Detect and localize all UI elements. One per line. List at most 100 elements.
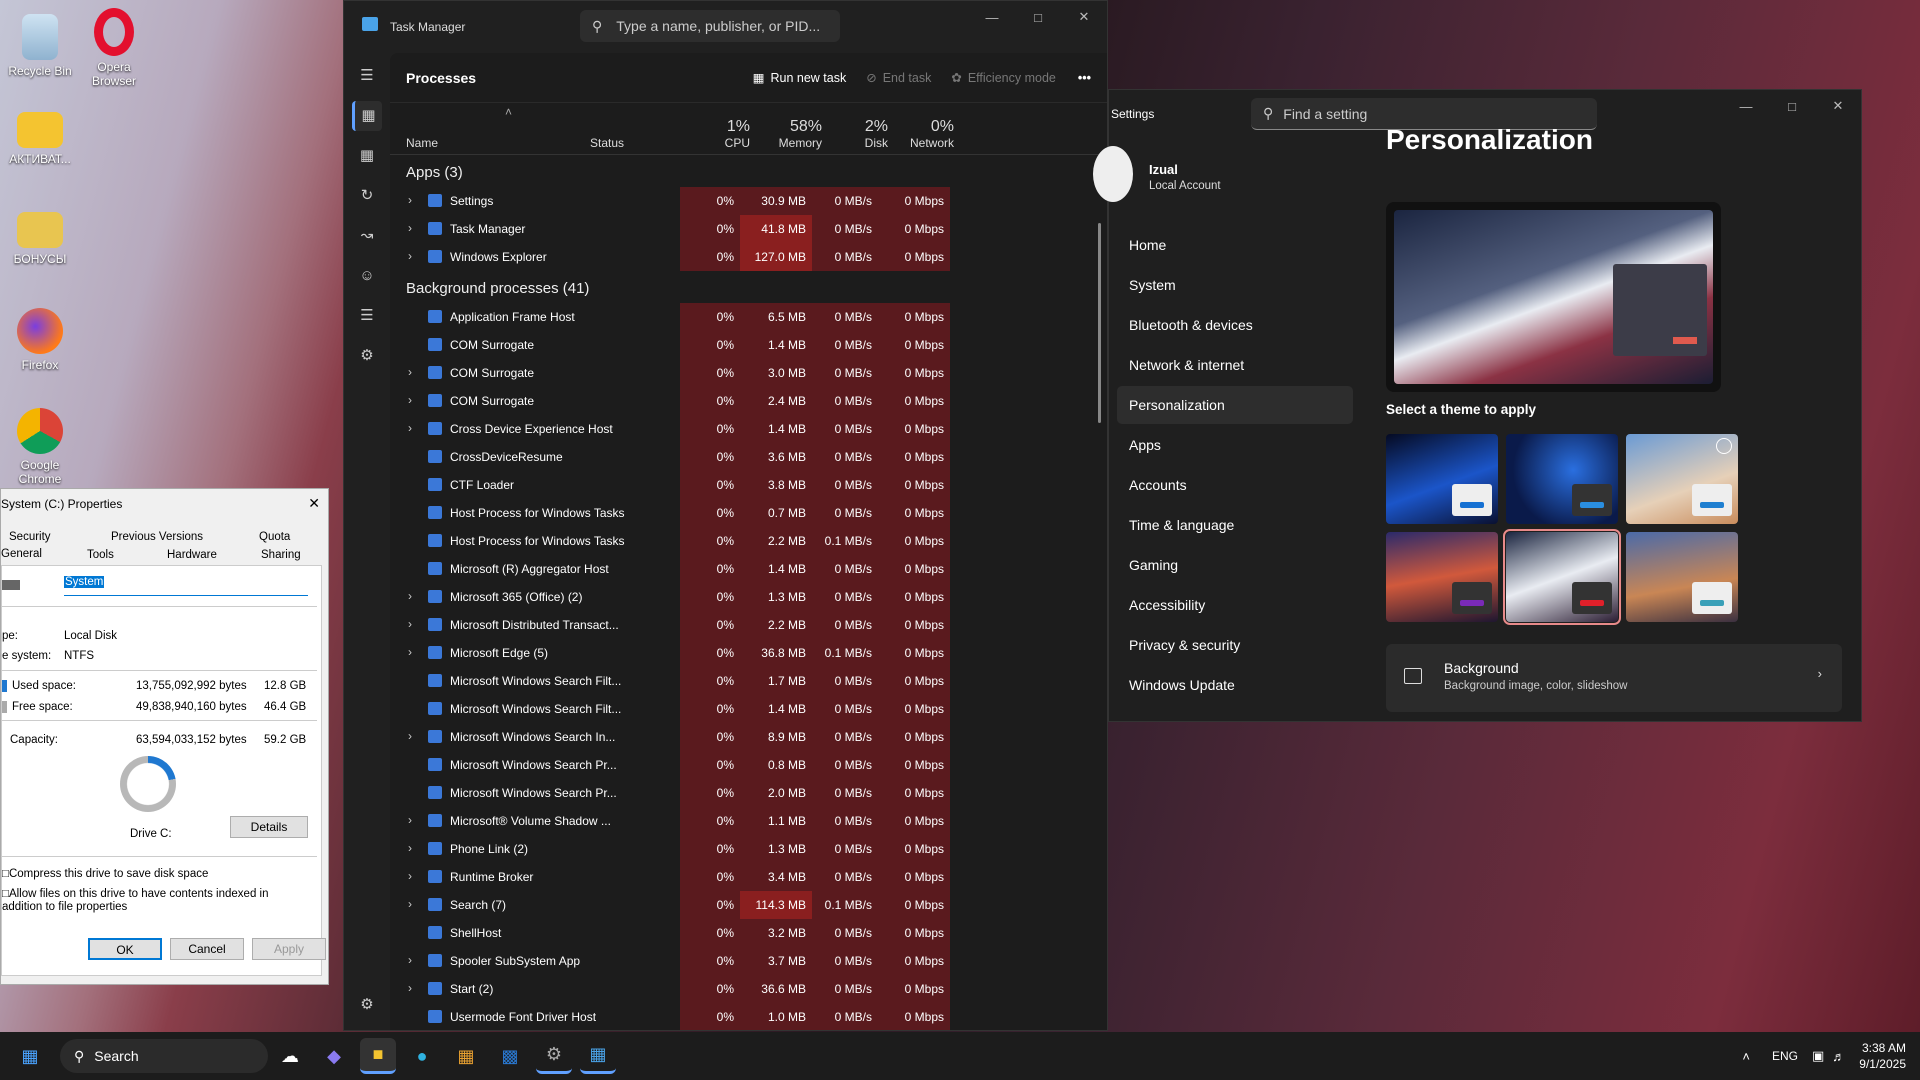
store-icon[interactable]: ▦ — [448, 1038, 484, 1074]
theme-tile[interactable] — [1626, 434, 1738, 524]
performance-nav-icon[interactable]: ▦ — [352, 141, 382, 171]
theme-tile[interactable] — [1626, 532, 1738, 622]
process-row[interactable]: › Task Manager 0% 41.8 MB 0 MB/s 0 Mbps — [390, 215, 1107, 243]
task-manager-taskbar-icon[interactable]: ▦ — [580, 1038, 616, 1074]
widgets-icon[interactable]: ☁ — [272, 1038, 308, 1074]
desktop-icon-bonus-folder[interactable]: БОНУСЫ — [0, 212, 80, 266]
tab-quota[interactable]: Quota — [259, 531, 290, 543]
expand-chevron-icon[interactable]: › — [408, 221, 412, 235]
theme-tile[interactable] — [1386, 532, 1498, 622]
sidebar-item-system[interactable]: System — [1117, 266, 1353, 304]
start-button[interactable]: ▦ — [12, 1038, 48, 1074]
expand-chevron-icon[interactable]: › — [408, 813, 412, 827]
more-options-button[interactable]: ••• — [1078, 71, 1091, 85]
network-column-header[interactable]: 0% Network — [888, 118, 954, 150]
index-checkbox[interactable]: □Allow files on this drive to have conte… — [2, 888, 302, 914]
process-row[interactable]: CrossDeviceResume 0% 3.6 MB 0 MB/s 0 Mbps — [390, 443, 1107, 471]
compress-checkbox[interactable]: □Compress this drive to save disk space — [2, 868, 208, 880]
process-row[interactable]: Microsoft Windows Search Filt... 0% 1.7 MB… — [390, 667, 1107, 695]
theme-tile[interactable] — [1506, 434, 1618, 524]
volume-name-input[interactable]: System — [64, 576, 308, 596]
expand-chevron-icon[interactable]: › — [408, 953, 412, 967]
process-row[interactable]: › Spooler SubSystem App 0% 3.7 MB 0 MB/s 0 Mb… — [390, 947, 1107, 975]
close-icon[interactable]: ✕ — [308, 495, 320, 512]
close-button[interactable]: ✕ — [1815, 90, 1861, 122]
expand-chevron-icon[interactable]: › — [408, 981, 412, 995]
efficiency-mode-button[interactable]: ✿ Efficiency mode — [951, 70, 1056, 86]
sidebar-item-accessibility[interactable]: Accessibility — [1117, 586, 1353, 624]
process-row[interactable]: Microsoft (R) Aggregator Host 0% 1.4 MB 0 M… — [390, 555, 1107, 583]
sidebar-item-personalization[interactable]: Personalization — [1117, 386, 1353, 424]
process-row[interactable]: ShellHost 0% 3.2 MB 0 MB/s 0 Mbps — [390, 919, 1107, 947]
minimize-button[interactable]: — — [1723, 90, 1769, 122]
volume-icon[interactable]: ♬ — [1832, 1049, 1845, 1064]
desktop-icon-opera[interactable]: Opera Browser — [74, 8, 154, 88]
expand-chevron-icon[interactable]: › — [408, 729, 412, 743]
details-button[interactable]: Details — [230, 816, 308, 838]
taskbar-search[interactable]: ⚲ Search — [60, 1039, 268, 1073]
expand-chevron-icon[interactable]: › — [408, 645, 412, 659]
tab-general[interactable]: General — [1, 548, 42, 560]
expand-chevron-icon[interactable]: › — [408, 365, 412, 379]
sidebar-item-gaming[interactable]: Gaming — [1117, 546, 1353, 584]
processes-nav-icon[interactable]: ▦ — [352, 101, 382, 131]
tab-sharing[interactable]: Sharing — [261, 549, 301, 561]
process-row[interactable]: › Microsoft Edge (5) 0% 36.8 MB 0.1 MB/s 0 Mb… — [390, 639, 1107, 667]
sidebar-item-time-language[interactable]: Time & language — [1117, 506, 1353, 544]
process-row[interactable]: › Microsoft Windows Search In... 0% 8.9 MB 0… — [390, 723, 1107, 751]
sidebar-item-network-internet[interactable]: Network & internet — [1117, 346, 1353, 384]
expand-chevron-icon[interactable]: › — [408, 393, 412, 407]
startup-apps-nav-icon[interactable]: ↝ — [352, 221, 382, 251]
sidebar-item-privacy-security[interactable]: Privacy & security — [1117, 626, 1353, 664]
cancel-button[interactable]: Cancel — [170, 938, 244, 960]
language-indicator[interactable]: ENG — [1772, 1049, 1798, 1063]
process-row[interactable]: › COM Surrogate 0% 2.4 MB 0 MB/s 0 Mbps — [390, 387, 1107, 415]
process-row[interactable]: › Settings 0% 30.9 MB 0 MB/s 0 Mbps — [390, 187, 1107, 215]
tab-security[interactable]: Security — [9, 531, 51, 543]
process-row[interactable]: › Windows Explorer 0% 127.0 MB 0 MB/s 0 Mbps — [390, 243, 1107, 271]
maximize-button[interactable]: □ — [1015, 1, 1061, 33]
tab-tools[interactable]: Tools — [87, 549, 114, 561]
process-row[interactable]: Host Process for Windows Tasks 0% 2.2 MB 0.… — [390, 527, 1107, 555]
copilot-icon[interactable]: ◆ — [316, 1038, 352, 1074]
sidebar-item-home[interactable]: Home — [1117, 226, 1353, 264]
settings-nav-icon[interactable]: ⚙ — [352, 990, 382, 1020]
process-row[interactable]: Host Process for Windows Tasks 0% 0.7 MB 0 … — [390, 499, 1107, 527]
hamburger-menu-icon[interactable]: ☰ — [352, 61, 382, 91]
task-manager-search[interactable]: ⚲ Type a name, publisher, or PID... — [580, 10, 840, 42]
process-row[interactable]: › Microsoft® Volume Shadow ... 0% 1.1 MB 0 M… — [390, 807, 1107, 835]
memory-column-header[interactable]: 58% Memory — [750, 118, 822, 150]
expand-chevron-icon[interactable]: › — [408, 617, 412, 631]
sidebar-item-accounts[interactable]: Accounts — [1117, 466, 1353, 504]
users-nav-icon[interactable]: ☺ — [352, 261, 382, 291]
process-row[interactable]: › COM Surrogate 0% 3.0 MB 0 MB/s 0 Mbps — [390, 359, 1107, 387]
expand-chevron-icon[interactable]: › — [408, 249, 412, 263]
sidebar-item-bluetooth-devices[interactable]: Bluetooth & devices — [1117, 306, 1353, 344]
details-nav-icon[interactable]: ☰ — [352, 301, 382, 331]
process-row[interactable]: COM Surrogate 0% 1.4 MB 0 MB/s 0 Mbps — [390, 331, 1107, 359]
process-row[interactable]: › Microsoft Distributed Transact... 0% 2.2 … — [390, 611, 1107, 639]
background-setting-card[interactable]: Background Background image, color, slid… — [1386, 644, 1842, 712]
settings-taskbar-icon[interactable]: ⚙ — [536, 1038, 572, 1074]
process-row[interactable]: CTF Loader 0% 3.8 MB 0 MB/s 0 Mbps — [390, 471, 1107, 499]
desktop-icon-firefox[interactable]: Firefox — [0, 308, 80, 372]
sidebar-item-windows-update[interactable]: Windows Update — [1117, 666, 1353, 704]
scrollbar[interactable] — [1098, 223, 1101, 423]
process-row[interactable]: › Search (7) 0% 114.3 MB 0.1 MB/s 0 Mbps — [390, 891, 1107, 919]
process-row[interactable]: Microsoft Windows Search Pr... 0% 0.8 MB 0 … — [390, 751, 1107, 779]
expand-chevron-icon[interactable]: › — [408, 193, 412, 207]
expand-chevron-icon[interactable]: › — [408, 589, 412, 603]
process-row[interactable]: Microsoft Windows Search Filt... 0% 1.4 MB… — [390, 695, 1107, 723]
theme-tile[interactable] — [1386, 434, 1498, 524]
expand-chevron-icon[interactable]: › — [408, 897, 412, 911]
desktop-icon-activator-folder[interactable]: АКТИВАТ... — [0, 112, 80, 166]
desktop-icon-recycle-bin[interactable]: Recycle Bin — [0, 14, 80, 78]
app-history-nav-icon[interactable]: ↻ — [352, 181, 382, 211]
chevron-up-icon[interactable]: ˄ — [1742, 1049, 1750, 1064]
edge-icon[interactable]: ● — [404, 1038, 440, 1074]
process-row[interactable]: › Cross Device Experience Host 0% 1.4 MB 0 M… — [390, 415, 1107, 443]
process-row[interactable]: Microsoft Windows Search Pr... 0% 2.0 MB 0 … — [390, 779, 1107, 807]
maximize-button[interactable]: □ — [1769, 90, 1815, 122]
desktop-icon-chrome[interactable]: Google Chrome — [0, 408, 80, 486]
run-new-task-button[interactable]: ▦ Run new task — [753, 70, 847, 86]
